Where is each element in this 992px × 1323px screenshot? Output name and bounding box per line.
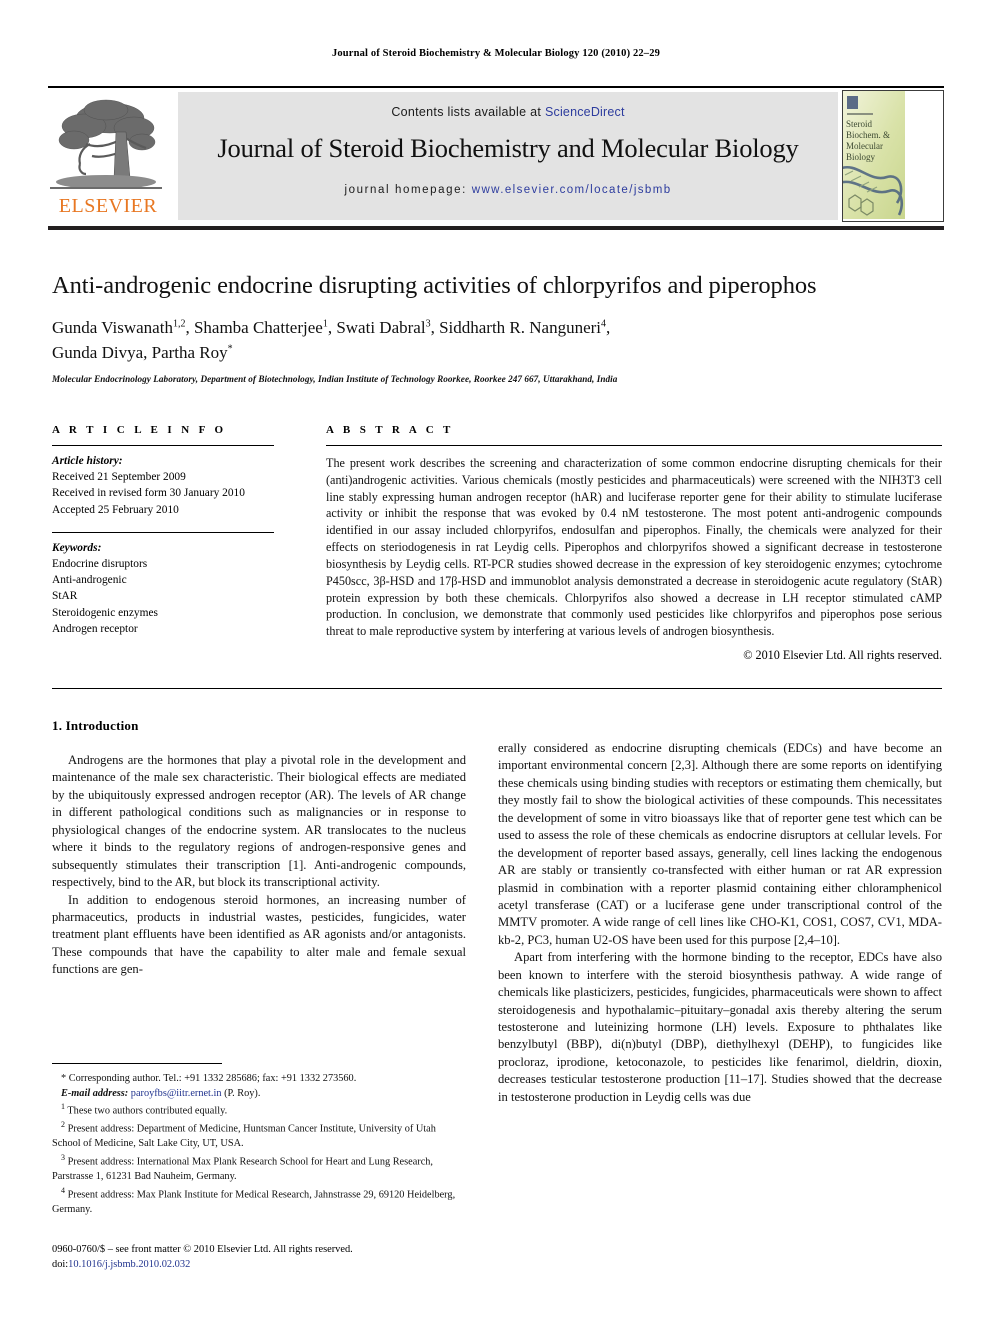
abstract-heading: A B S T R A C T	[326, 424, 454, 436]
footnote-corresponding-author: * Corresponding author. Tel.: +91 1332 2…	[61, 1073, 357, 1084]
footnote-3: 3 Present address: International Max Pla…	[52, 1152, 466, 1185]
article-info-rule	[52, 445, 274, 446]
author-name: , Shamba Chatterjee	[185, 318, 323, 338]
email-label: E-mail address:	[61, 1087, 129, 1099]
keywords-rule	[52, 531, 274, 533]
footnote-separator-rule	[52, 1063, 222, 1064]
svg-text:Biochem. &: Biochem. &	[846, 130, 890, 140]
article-info-column: A R T I C L E I N F O Article history: R…	[52, 424, 274, 637]
masthead-bottom-rule	[48, 226, 944, 230]
paragraph: Apart from interfering with the hormone …	[498, 950, 942, 1104]
keyword-item[interactable]: Anti-androgenic	[52, 572, 274, 588]
author-affiliation: Molecular Endocrinology Laboratory, Depa…	[52, 374, 618, 385]
elsevier-tree-icon	[50, 99, 162, 189]
footnote-2: 2 Present address: Department of Medicin…	[52, 1119, 466, 1152]
footnote-email: E-mail address: paroyfbs@iitr.ernet.in (…	[52, 1087, 466, 1102]
footnote-marker: 1	[61, 1102, 65, 1112]
homepage-label: journal homepage:	[344, 184, 467, 196]
abstract-rule	[326, 445, 942, 446]
footnote-4: 4 Present address: Max Plank Institute f…	[52, 1185, 466, 1218]
contents-available-line: Contents lists available at ScienceDirec…	[178, 105, 838, 119]
author-list: Gunda Viswanath1,2, Shamba Chatterjee1, …	[52, 316, 942, 365]
article-page: Journal of Steroid Biochemistry & Molecu…	[0, 0, 992, 1323]
keyword-item[interactable]: Steroidogenic enzymes	[52, 605, 274, 621]
footnote-1: 1 These two authors contributed equally.	[52, 1101, 466, 1119]
article-history-label: Article history:	[52, 455, 123, 467]
corresponding-author-marker[interactable]: *	[228, 343, 233, 354]
journal-cover-image: Steroid Biochem. & Molecular Biology	[843, 91, 941, 219]
body-column-left: 1. Introduction Androgens are the hormon…	[52, 718, 466, 979]
footnote-marker: 2	[61, 1120, 65, 1130]
footnote-marker: 4	[61, 1185, 65, 1195]
contents-prefix: Contents lists available at	[391, 105, 542, 119]
abstract-copyright: © 2010 Elsevier Ltd. All rights reserved…	[743, 648, 942, 663]
keyword-item[interactable]: Endocrine disruptors	[52, 556, 274, 572]
journal-masthead: ELSEVIER Contents lists available at Sci…	[48, 86, 944, 230]
elsevier-logo: ELSEVIER	[50, 92, 162, 220]
elsevier-wordmark: ELSEVIER	[58, 195, 158, 217]
doi-line: doi:10.1016/j.jsbmb.2010.02.032	[52, 1257, 502, 1272]
history-item: Received 21 September 2009	[52, 471, 186, 484]
footnote-text: Present address: Department of Medicine,…	[52, 1123, 436, 1150]
history-item: Accepted 25 February 2010	[52, 503, 179, 516]
keywords-block: Keywords: Endocrine disruptors Anti-andr…	[52, 540, 274, 637]
masthead-center-panel: Contents lists available at ScienceDirec…	[178, 92, 838, 220]
author-name: , Siddharth R. Nanguneri	[430, 318, 602, 338]
body-column-right: erally considered as endocrine disruptin…	[498, 740, 942, 1106]
front-matter-block: 0960-0760/$ – see front matter © 2010 El…	[52, 1242, 502, 1272]
title-block: Anti-androgenic endocrine disrupting act…	[52, 272, 942, 384]
masthead-top-rule	[48, 86, 944, 88]
email-link[interactable]: paroyfbs@iitr.ernet.in	[131, 1088, 222, 1099]
article-title: Anti-androgenic endocrine disrupting act…	[52, 272, 817, 299]
doi-label: doi:	[52, 1259, 69, 1271]
keyword-item[interactable]: StAR	[52, 588, 274, 604]
footnote-text: Present address: International Max Plank…	[52, 1156, 434, 1182]
email-owner: (P. Roy).	[224, 1087, 261, 1099]
paragraph: In addition to endogenous steroid hormon…	[52, 892, 466, 977]
running-head: Journal of Steroid Biochemistry & Molecu…	[332, 48, 660, 59]
keywords-label: Keywords:	[52, 541, 102, 554]
homepage-url-link[interactable]: www.elsevier.com/locate/jsbmb	[472, 184, 672, 196]
author-affil-marker[interactable]: 1,2	[173, 319, 186, 330]
journal-title: Journal of Steroid Biochemistry and Mole…	[217, 133, 799, 163]
footnote-marker: 3	[61, 1152, 65, 1162]
svg-text:Molecular: Molecular	[846, 141, 883, 151]
abstract-bottom-rule	[52, 688, 942, 689]
author-name: Gunda Divya, Partha Roy	[52, 342, 228, 362]
paragraph: Androgens are the hormones that play a p…	[52, 753, 466, 890]
abstract-text: The present work describes the screening…	[326, 456, 942, 639]
abstract-column: A B S T R A C T The present work describ…	[326, 424, 942, 663]
footnotes-block: * Corresponding author. Tel.: +91 1332 2…	[52, 1072, 466, 1217]
article-history-block: Article history: Received 21 September 2…	[52, 453, 274, 518]
paragraph: erally considered as endocrine disruptin…	[498, 741, 942, 947]
issn-front-matter-line: 0960-0760/$ – see front matter © 2010 El…	[52, 1244, 353, 1255]
keyword-item[interactable]: Androgen receptor	[52, 621, 274, 637]
journal-homepage-line: journal homepage: www.elsevier.com/locat…	[178, 184, 838, 196]
svg-text:Biology: Biology	[846, 152, 876, 162]
sciencedirect-link[interactable]: ScienceDirect	[545, 105, 625, 119]
section-heading-introduction: 1. Introduction	[52, 718, 139, 733]
footnote-text: Present address: Max Plank Institute for…	[52, 1188, 456, 1215]
footnote-text: These two authors contributed equally.	[67, 1105, 228, 1117]
author-name: , Swati Dabral	[327, 318, 426, 338]
author-name: Gunda Viswanath	[52, 318, 173, 338]
article-info-heading: A R T I C L E I N F O	[52, 424, 227, 436]
history-item: Received in revised form 30 January 2010	[52, 487, 245, 500]
journal-cover-thumbnail: Steroid Biochem. & Molecular Biology	[842, 90, 944, 222]
doi-link[interactable]: 10.1016/j.jsbmb.2010.02.032	[68, 1259, 190, 1270]
author-sep: ,	[606, 318, 611, 338]
svg-text:Steroid: Steroid	[846, 119, 872, 129]
